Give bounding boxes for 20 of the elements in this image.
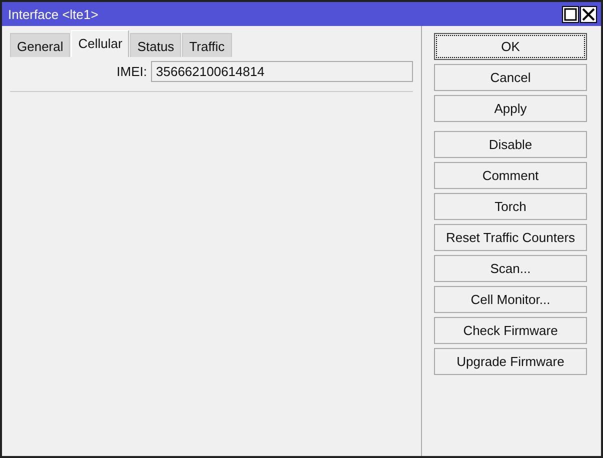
action-button[interactable]: Reset Traffic Counters	[434, 224, 587, 251]
tab[interactable]: Status	[130, 33, 182, 57]
action-button[interactable]: Scan...	[434, 255, 587, 282]
tab[interactable]: Cellular	[71, 30, 130, 57]
action-button[interactable]: Comment	[434, 162, 587, 189]
action-button[interactable]: Cancel	[434, 64, 587, 91]
action-button[interactable]: Upgrade Firmware	[434, 348, 587, 375]
close-icon[interactable]	[580, 6, 597, 22]
action-button[interactable]: Cell Monitor...	[434, 286, 587, 313]
action-button[interactable]: OK	[434, 33, 587, 60]
action-button[interactable]: Apply	[434, 95, 587, 122]
action-button[interactable]: Check Firmware	[434, 317, 587, 344]
maximize-icon[interactable]	[562, 6, 579, 22]
action-button[interactable]: Torch	[434, 193, 587, 220]
input-field[interactable]: 356662100614814	[151, 61, 413, 82]
field-label: IMEI:	[116, 64, 147, 79]
window-title: Interface <lte1>	[8, 6, 98, 22]
tab[interactable]: Traffic	[182, 33, 232, 57]
action-button[interactable]: Disable	[434, 131, 587, 158]
tab[interactable]: General	[10, 33, 70, 57]
